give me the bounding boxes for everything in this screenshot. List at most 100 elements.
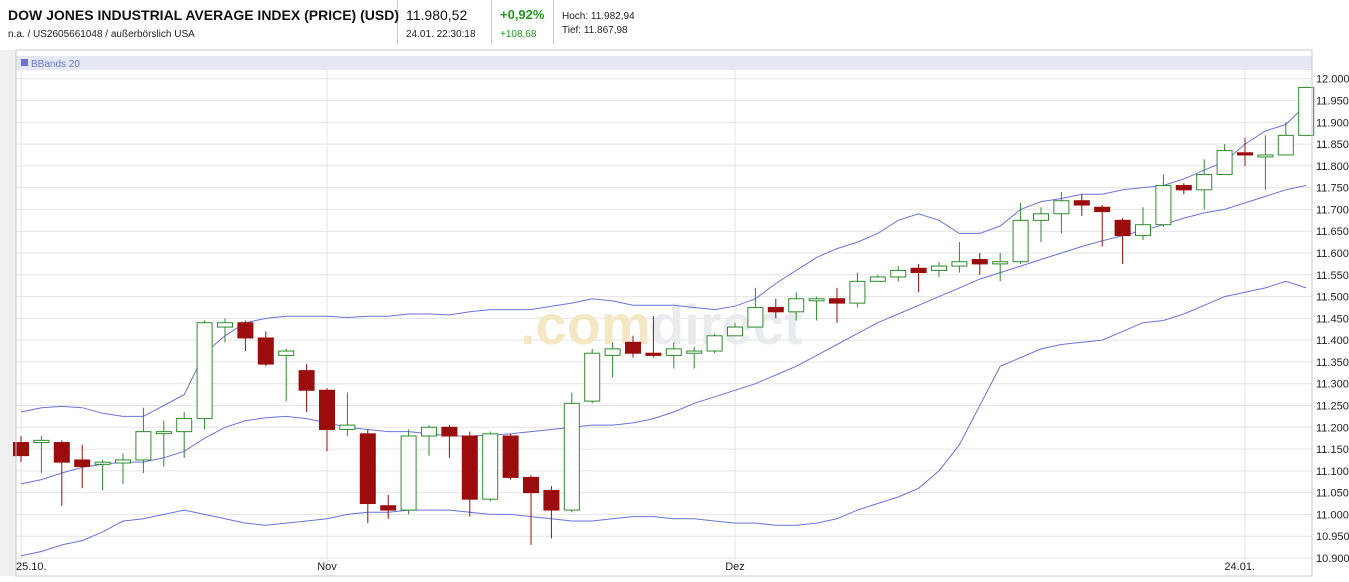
candle-body-down: [359, 433, 376, 505]
y-tick-label: 11.000: [1316, 509, 1349, 521]
instrument-subtitle: n.a. / US2605661048 / außerbörslich USA: [8, 29, 195, 40]
candle-body-up: [1053, 200, 1070, 215]
y-tick-label: 11.050: [1316, 488, 1349, 500]
x-tick-label: Dez: [725, 561, 745, 573]
candle-body-up: [931, 265, 947, 271]
candle-body-up: [992, 261, 1009, 265]
candle: [502, 433, 519, 480]
candle-body-up: [135, 431, 152, 461]
candle-body-down: [910, 267, 927, 274]
candle-body-up: [1257, 154, 1274, 158]
candle-body-down: [971, 259, 988, 265]
day-low: Tief: 11.867,98: [562, 25, 628, 36]
y-tick-label: 11.350: [1316, 357, 1349, 369]
candle: [584, 348, 601, 404]
y-tick-label: 11.200: [1316, 422, 1349, 434]
candle-body-up: [686, 350, 703, 354]
candle-body-down: [829, 298, 845, 304]
candle-body-up: [584, 352, 601, 402]
bbands-legend-label: BBands 20: [31, 59, 80, 70]
candle-body-up: [1012, 219, 1029, 263]
candle-body-up: [1216, 150, 1233, 176]
candle-body-up: [604, 348, 621, 356]
candle-body-down: [767, 306, 784, 313]
candle-body-up: [196, 322, 213, 420]
y-tick-label: 11.800: [1316, 161, 1349, 173]
y-tick-label: 11.450: [1316, 313, 1349, 325]
quote-header: DOW JONES INDUSTRIAL AVERAGE INDEX (PRIC…: [0, 0, 1349, 44]
candle-body-down: [237, 322, 254, 339]
left-scroll-strip[interactable]: [0, 50, 16, 576]
y-tick-label: 12.000: [1316, 74, 1349, 86]
y-tick-label: 11.550: [1316, 270, 1349, 282]
candle-body-up: [563, 402, 580, 511]
y-tick-label: 10.900: [1316, 553, 1349, 565]
candle-body-down: [461, 435, 478, 500]
candle-body-up: [33, 439, 50, 444]
candle-body-up: [400, 435, 417, 511]
change-absolute: +108,68: [500, 29, 537, 40]
change-percent: +0,92%: [500, 7, 545, 22]
candle-body-up: [1135, 224, 1151, 237]
candle-body-up: [665, 348, 682, 356]
y-tick-label: 11.100: [1316, 466, 1349, 478]
y-tick-label: 11.700: [1316, 204, 1349, 216]
candle: [563, 392, 580, 513]
candle-body-down: [543, 489, 560, 511]
candle-body-down: [1114, 219, 1131, 237]
y-tick-label: 11.750: [1316, 183, 1349, 195]
candle-body-up: [115, 459, 131, 464]
y-tick-label: 11.400: [1316, 335, 1349, 347]
candle-body-up: [339, 424, 356, 430]
candle-body-down: [1175, 184, 1192, 191]
candle-body-up: [890, 269, 907, 278]
candle-body-down: [298, 370, 315, 391]
candle-body-down: [1073, 200, 1090, 206]
candle-body-down: [645, 352, 662, 356]
candle-body-up: [176, 418, 193, 433]
candle-body-up: [1277, 134, 1294, 156]
candle-body-down: [257, 337, 274, 365]
y-tick-label: 11.600: [1316, 248, 1349, 260]
candle-body-up: [1298, 86, 1315, 136]
candle-body-up: [808, 298, 825, 302]
bbands-legend-swatch: [21, 59, 28, 66]
candle: [706, 333, 723, 354]
candle-body-up: [421, 426, 437, 437]
x-tick-label: 25.10.: [16, 561, 47, 573]
candle-body-down: [1237, 152, 1253, 156]
candle-body-up: [747, 306, 764, 328]
candle-body-up: [278, 350, 295, 356]
candle: [400, 429, 417, 515]
y-tick-label: 11.250: [1316, 401, 1349, 413]
candle-body-up: [849, 280, 866, 304]
candle-body-down: [74, 459, 91, 468]
candle-body-down: [319, 389, 335, 430]
price-block: 11.980,52 24.01. 22:30:18: [398, 0, 492, 44]
candle-body-up: [1196, 174, 1213, 191]
y-axis: 12.000 11.950 11.900 11.850 11.800 11.750 11.7…: [1316, 74, 1349, 565]
price-timestamp: 24.01. 22:30:18: [406, 29, 476, 40]
change-block: +0,92% +108,68: [492, 0, 554, 44]
y-tick-label: 10.950: [1316, 531, 1349, 543]
candle-body-down: [1094, 206, 1111, 213]
x-tick-label: Nov: [317, 561, 337, 573]
candle-body-down: [53, 442, 70, 463]
y-tick-label: 11.850: [1316, 139, 1349, 151]
candle: [196, 320, 213, 430]
candle-body-up: [94, 461, 111, 465]
y-tick-label: 11.300: [1316, 379, 1349, 391]
candle-body-up: [482, 433, 499, 500]
candle-body-down: [380, 505, 397, 511]
instrument-info: DOW JONES INDUSTRIAL AVERAGE INDEX (PRIC…: [0, 0, 399, 44]
candle-body-up: [1155, 184, 1172, 226]
candle-body-up: [217, 322, 233, 328]
candlestick-chart[interactable]: BBands 20 .com direct 12.00011.95011.900…: [0, 44, 1349, 582]
legend-bar: [16, 56, 1312, 70]
day-range-block: Hoch: 11.982,94 Tief: 11.867,98: [554, 0, 674, 44]
x-tick-label: 24.01.: [1224, 561, 1255, 573]
candle-body-down: [523, 476, 539, 494]
candle-body-down: [502, 435, 519, 478]
day-high: Hoch: 11.982,94: [562, 11, 635, 22]
y-tick-label: 11.950: [1316, 96, 1349, 108]
